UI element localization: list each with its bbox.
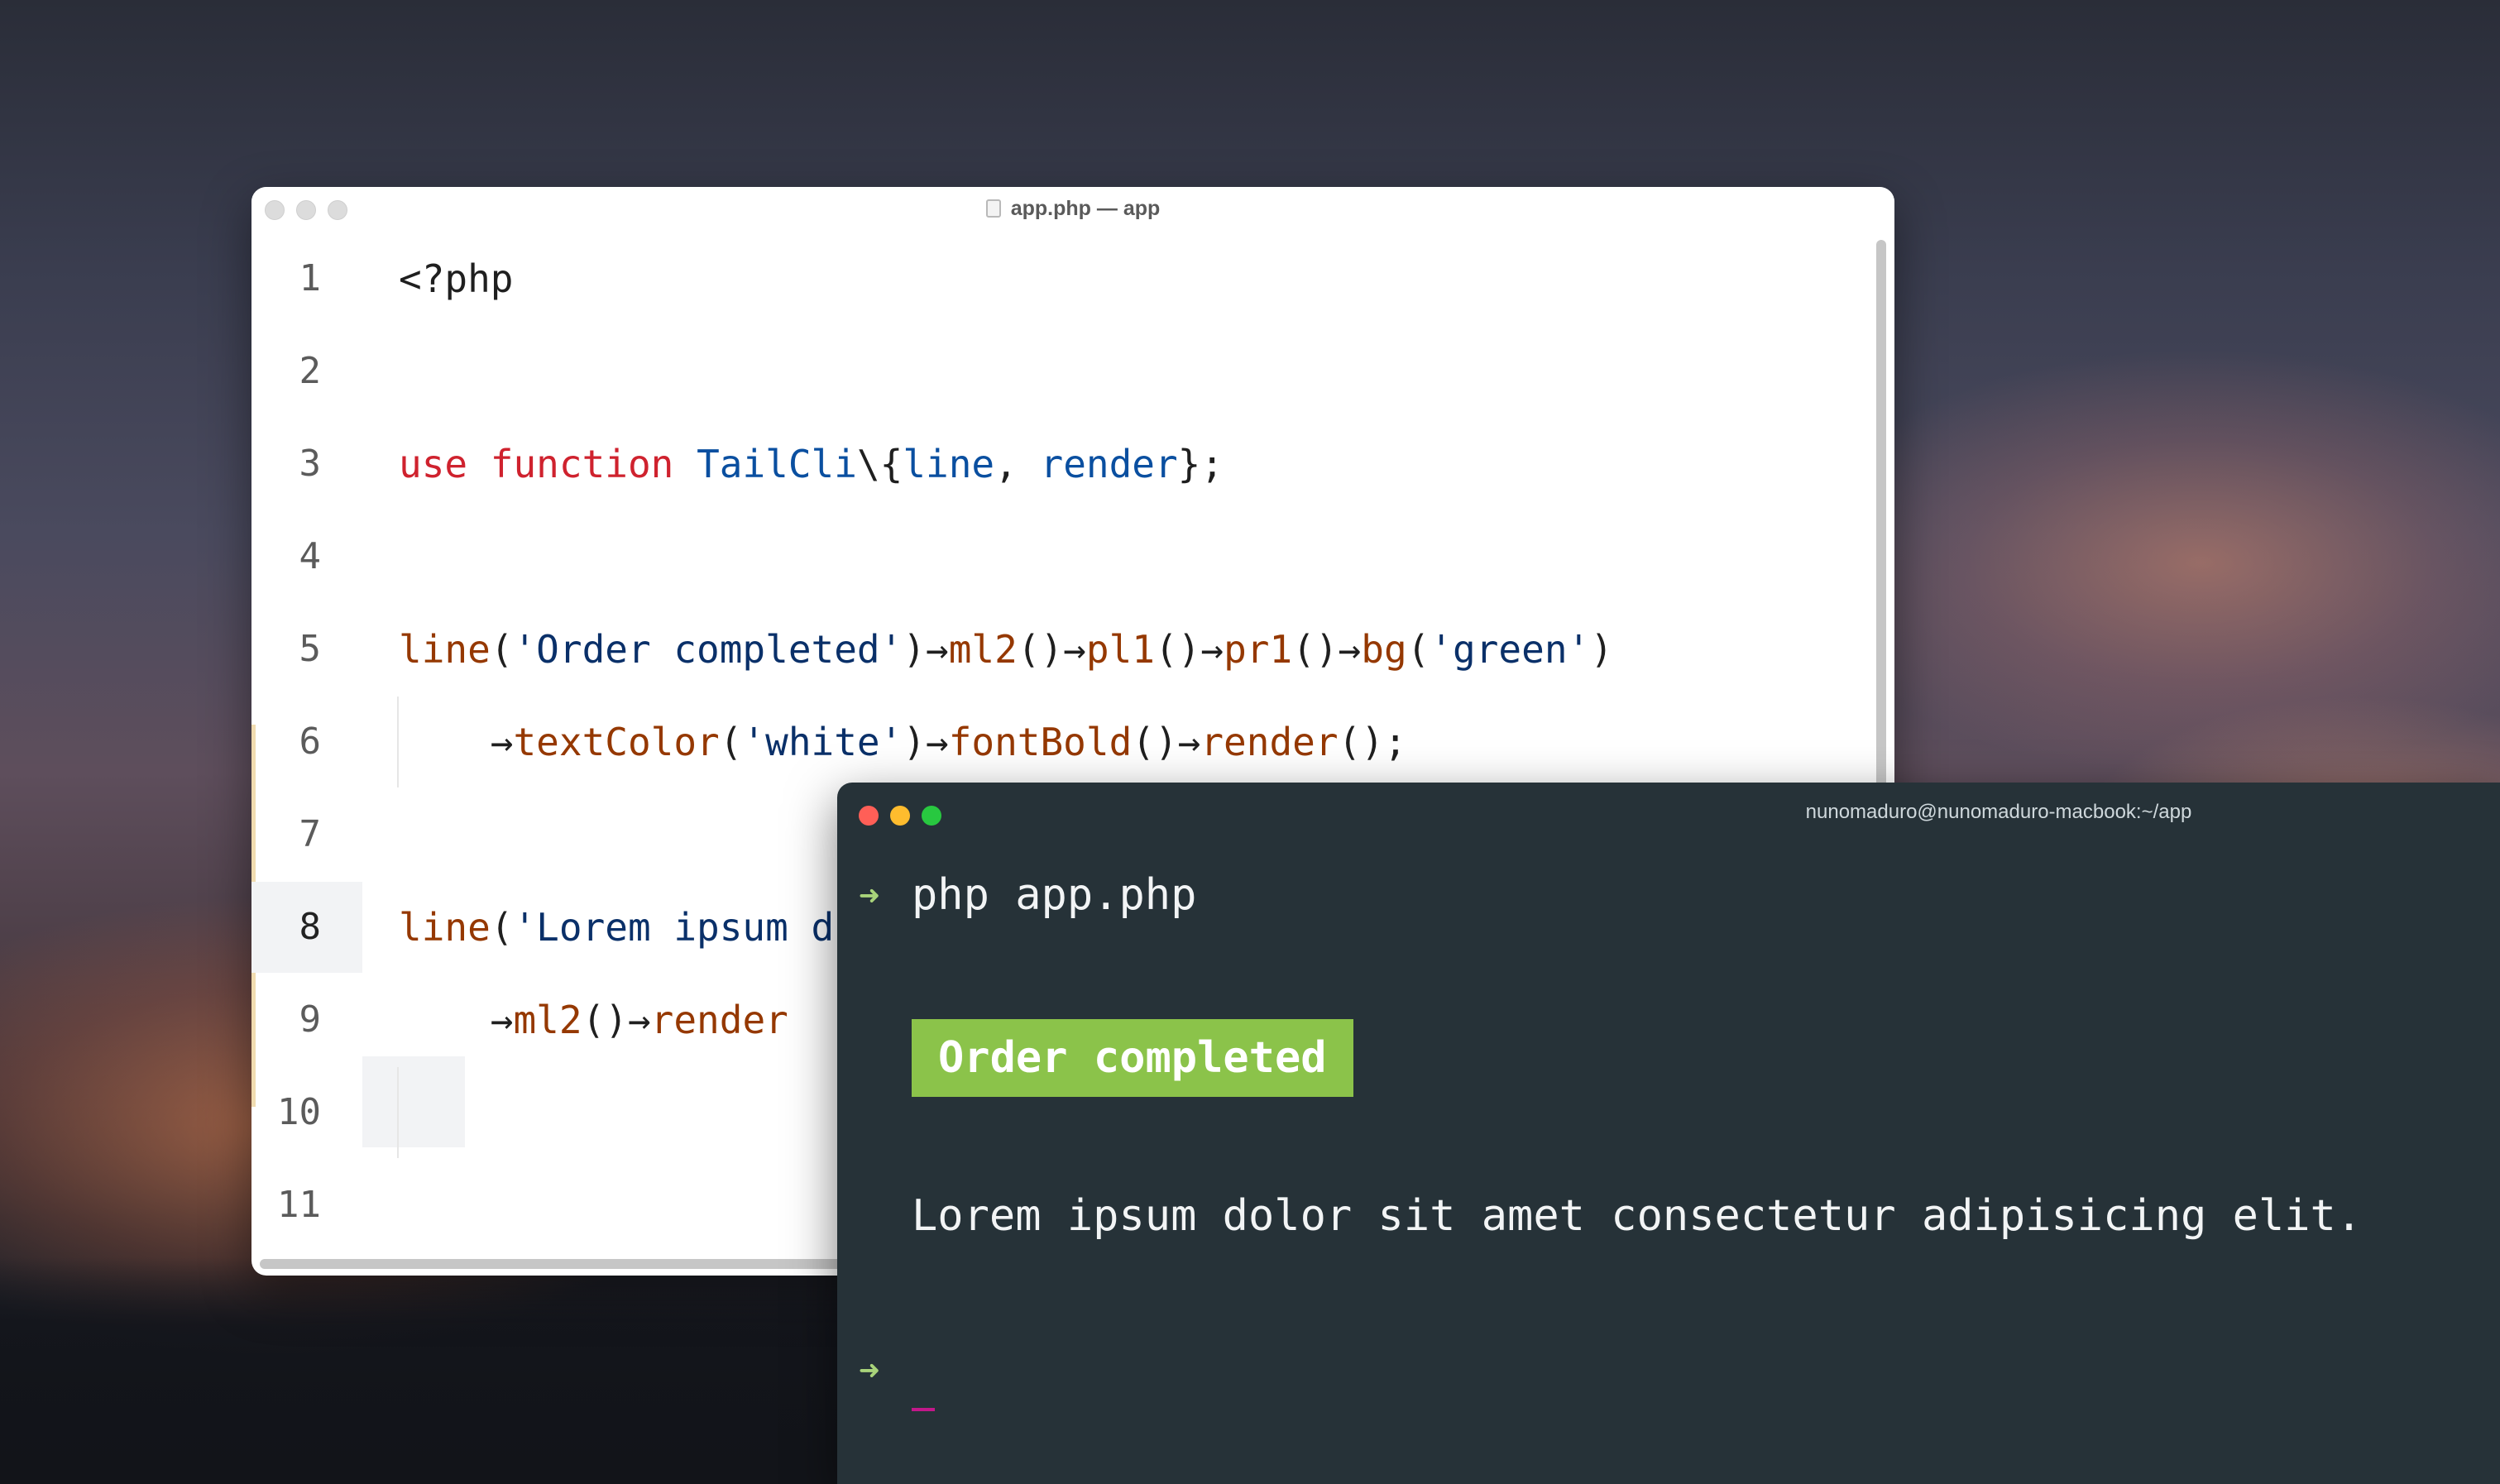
code-token: }; (1177, 442, 1224, 486)
terminal-title: nunomaduro@nunomaduro-macbook:~/app (1805, 801, 2192, 823)
code-token: use (399, 442, 468, 486)
terminal-cursor[interactable] (912, 1408, 935, 1411)
line-number: 2 (299, 350, 322, 392)
prompt-arrow-icon: ➜ (859, 1350, 880, 1391)
code-token: fontBold (948, 720, 1133, 764)
code-token: ()→ (1154, 627, 1224, 672)
code-line: use function TailCli\{line, render}; (399, 419, 1224, 510)
line-number: 11 (277, 1184, 321, 1226)
code-line: line('Lorem ipsum d (399, 882, 834, 973)
code-token: 'Lorem ipsum d (513, 905, 835, 950)
code-token: ) (1590, 627, 1613, 672)
code-token: 'white' (742, 720, 903, 764)
code-line: →ml2()→render (399, 974, 788, 1065)
line-number: 5 (299, 628, 322, 670)
code-token: function (490, 442, 674, 486)
active-line-highlight (362, 1056, 465, 1147)
command-text: php app.php (912, 870, 1197, 920)
line-number: 4 (299, 535, 322, 577)
line-number: 6 (299, 720, 322, 763)
code-token: (); (1338, 720, 1407, 764)
code-token: \{ (856, 442, 903, 486)
code-token: 'Order completed' (513, 627, 903, 672)
line-number: 1 (299, 257, 322, 299)
code-token: ( (1406, 627, 1430, 672)
code-line: line('Order completed')→ml2()→pl1()→pr1(… (399, 604, 1613, 695)
code-token: ()→ (1017, 627, 1086, 672)
editor-title: app.php — app (251, 197, 1894, 221)
indent-guide (397, 1067, 399, 1158)
line-number: 9 (299, 998, 322, 1041)
code-line: <?php (399, 233, 513, 324)
close-button[interactable] (859, 806, 879, 826)
code-token: ()→ (582, 998, 651, 1042)
code-token: ml2 (513, 998, 582, 1042)
line-number: 10 (277, 1091, 321, 1133)
terminal-window: nunomaduro@nunomaduro-macbook:~/app ➜ ph… (837, 783, 2500, 1484)
code-token: line (903, 442, 995, 486)
code-token: line (399, 627, 491, 672)
order-completed-badge: Order completed (912, 1019, 1353, 1097)
code-token: line (399, 905, 491, 950)
code-token: ()→ (1292, 627, 1362, 672)
code-token: render (650, 998, 788, 1042)
php-file-icon (985, 199, 1001, 218)
output-line: Lorem ipsum dolor sit amet consectetur a… (912, 1191, 2363, 1241)
code-token: ()→ (1132, 720, 1201, 764)
prompt-arrow-icon: ➜ (859, 875, 880, 916)
code-token: textColor (513, 720, 720, 764)
minimize-button[interactable] (890, 806, 910, 826)
code-token: → (399, 720, 514, 764)
code-token: , (994, 442, 1041, 486)
line-number-gutter: 1 2 3 4 5 6 7 8 9 10 11 (251, 233, 362, 1276)
code-token: bg (1361, 627, 1407, 672)
code-token: 'green' (1430, 627, 1591, 672)
code-line: →textColor('white')→fontBold()→render(); (399, 697, 1407, 787)
code-token: ( (719, 720, 743, 764)
code-token: pl1 (1085, 627, 1155, 672)
code-token: → (399, 998, 514, 1042)
code-token: )→ (903, 720, 949, 764)
code-token: ( (490, 627, 514, 672)
code-token: render (1200, 720, 1339, 764)
line-number: 7 (299, 813, 322, 855)
line-number: 3 (299, 443, 322, 485)
editor-titlebar[interactable]: app.php — app (251, 187, 1894, 233)
code-token: render (1040, 442, 1178, 486)
code-token: ml2 (948, 627, 1018, 672)
zoom-button[interactable] (922, 806, 941, 826)
line-number-active: 8 (251, 882, 362, 973)
code-token: <?php (399, 256, 514, 301)
code-token: TailCli (697, 442, 857, 486)
editor-title-text: app.php — app (1010, 197, 1161, 220)
code-token: ( (490, 905, 514, 950)
code-token: pr1 (1224, 627, 1293, 672)
code-token: )→ (903, 627, 949, 672)
